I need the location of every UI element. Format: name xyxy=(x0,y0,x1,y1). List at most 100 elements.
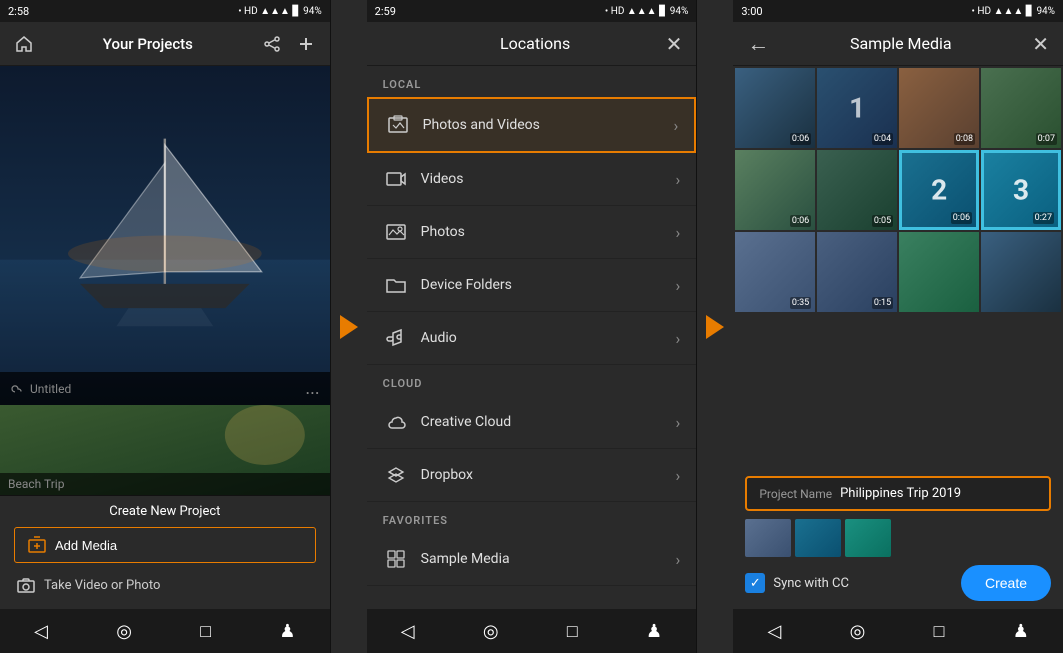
thumb-number-1: 1 xyxy=(849,91,865,124)
nav-bar-2: ◁ ◎ □ ♟ xyxy=(367,609,697,653)
sync-create-row: ✓ Sync with CC Create xyxy=(745,565,1051,601)
home-icon xyxy=(14,34,34,54)
home-nav-3[interactable]: ◎ xyxy=(850,621,866,642)
back-nav-2[interactable]: ◁ xyxy=(401,621,415,642)
media-thumb-12[interactable] xyxy=(981,232,1061,312)
media-thumb-2[interactable]: 1 0:04 xyxy=(817,68,897,148)
location-dropbox[interactable]: Dropbox › xyxy=(367,449,697,502)
audio-label: Audio xyxy=(421,330,676,346)
project-more-btn[interactable]: ... xyxy=(305,378,319,399)
take-video-label: Take Video or Photo xyxy=(44,578,160,593)
media-thumb-8-selected[interactable]: 3 0:27 xyxy=(981,150,1061,230)
media-thumb-10[interactable]: 0:15 xyxy=(817,232,897,312)
location-photos-videos[interactable]: Photos and Videos › xyxy=(367,97,697,153)
share-icon[interactable] xyxy=(262,34,282,54)
sample-media-icon xyxy=(383,546,409,572)
take-video-row[interactable]: Take Video or Photo xyxy=(14,569,316,601)
back-button[interactable]: ← xyxy=(747,31,769,57)
thumb-duration-5: 0:06 xyxy=(790,215,811,227)
photos-videos-icon xyxy=(385,112,411,138)
panel3-header: ← Sample Media ✕ xyxy=(733,22,1063,66)
back-nav-1[interactable]: ◁ xyxy=(34,621,48,642)
media-thumb-3[interactable]: 0:08 xyxy=(899,68,979,148)
panel2-header: Locations ✕ xyxy=(367,22,697,66)
location-sample-media[interactable]: Sample Media › xyxy=(367,533,697,586)
apps-nav-2[interactable]: ♟ xyxy=(646,621,662,642)
photos-chevron: › xyxy=(676,223,681,242)
sync-left: ✓ Sync with CC xyxy=(745,573,849,593)
panel-3: 3:00 • HD ▲▲▲ ▊ 94% ← Sample Media ✕ 0:0… xyxy=(733,0,1063,653)
location-photos[interactable]: Photos › xyxy=(367,206,697,259)
battery-1: 94% xyxy=(303,6,322,17)
thumb-number-2: 2 xyxy=(931,173,947,206)
add-media-button[interactable]: Add Media xyxy=(14,527,316,563)
location-audio[interactable]: Audio › xyxy=(367,312,697,365)
project-name-label: Project Name xyxy=(759,487,832,501)
camera-icon xyxy=(16,575,36,595)
recents-nav-2[interactable]: □ xyxy=(567,621,578,642)
back-nav-3[interactable]: ◁ xyxy=(767,621,781,642)
selected-thumb-3 xyxy=(845,519,891,557)
media-thumb-6[interactable]: 0:05 xyxy=(817,150,897,230)
media-thumb-11[interactable] xyxy=(899,232,979,312)
status-bar-2: 2:59 • HD ▲▲▲ ▊ 94% xyxy=(367,0,697,22)
panel1-footer: Create New Project Add Media Take Video … xyxy=(0,495,330,609)
location-creative-cloud[interactable]: Creative Cloud › xyxy=(367,396,697,449)
checkbox-check-icon: ✓ xyxy=(750,576,761,591)
panel3-title: Sample Media xyxy=(850,34,952,53)
device-folders-label: Device Folders xyxy=(421,277,676,293)
project-name-display: Untitled xyxy=(30,382,71,396)
audio-icon xyxy=(383,325,409,351)
media-thumb-9[interactable]: 0:35 xyxy=(735,232,815,312)
panel1-content: Untitled ... xyxy=(0,66,330,405)
dropbox-label: Dropbox xyxy=(421,467,676,483)
apps-nav-1[interactable]: ♟ xyxy=(279,621,295,642)
panel-1: 2:58 • HD ▲▲▲ ▊ 94% Your Projects xyxy=(0,0,331,653)
location-videos[interactable]: Videos › xyxy=(367,153,697,206)
selected-thumb-2 xyxy=(795,519,841,557)
project-overlay: Untitled ... xyxy=(0,372,330,405)
apps-nav-3[interactable]: ♟ xyxy=(1013,621,1029,642)
arrow-1 xyxy=(331,0,367,653)
creative-cloud-icon xyxy=(383,409,409,435)
status-bar-1: 2:58 • HD ▲▲▲ ▊ 94% xyxy=(0,0,330,22)
location-device-folders[interactable]: Device Folders › xyxy=(367,259,697,312)
thumb-duration-2: 0:04 xyxy=(872,133,893,145)
panel-2: 2:59 • HD ▲▲▲ ▊ 94% Locations ✕ LOCAL Ph… xyxy=(367,0,698,653)
media-thumb-1[interactable]: 0:06 xyxy=(735,68,815,148)
nav-bar-3: ◁ ◎ □ ♟ xyxy=(733,609,1063,653)
project-name-value[interactable]: Philippines Trip 2019 xyxy=(840,486,1037,501)
selected-thumbs-row xyxy=(745,519,1051,557)
add-media-icon xyxy=(27,535,47,555)
time-3: 3:00 xyxy=(741,5,762,18)
recents-nav-3[interactable]: □ xyxy=(934,621,945,642)
recents-nav-1[interactable]: □ xyxy=(200,621,211,642)
media-grid: 0:06 1 0:04 0:08 0:07 0:06 0:05 2 0:06 xyxy=(733,66,1063,314)
add-media-label: Add Media xyxy=(55,538,117,553)
media-thumb-4[interactable]: 0:07 xyxy=(981,68,1061,148)
local-section-label: LOCAL xyxy=(367,66,697,97)
right-arrow-2 xyxy=(706,315,724,339)
photos-label: Photos xyxy=(421,224,676,240)
add-icon[interactable] xyxy=(296,34,316,54)
media-thumb-5[interactable]: 0:06 xyxy=(735,150,815,230)
sailboat-illustration xyxy=(0,66,330,405)
dropbox-chevron: › xyxy=(676,466,681,485)
home-nav-2[interactable]: ◎ xyxy=(483,621,499,642)
status-bar-3: 3:00 • HD ▲▲▲ ▊ 94% xyxy=(733,0,1063,22)
thumb-duration-9: 0:35 xyxy=(790,297,811,309)
thumb-duration-10: 0:15 xyxy=(872,297,893,309)
sync-checkbox[interactable]: ✓ xyxy=(745,573,765,593)
sample-media-label: Sample Media xyxy=(421,551,676,567)
content-spacer xyxy=(733,314,1063,468)
close-button[interactable]: ✕ xyxy=(666,32,683,56)
right-arrow-1 xyxy=(340,315,358,339)
panel3-close-button[interactable]: ✕ xyxy=(1032,32,1049,56)
home-nav-1[interactable]: ◎ xyxy=(116,621,132,642)
arrow-2 xyxy=(697,0,733,653)
media-thumb-7-selected[interactable]: 2 0:06 xyxy=(899,150,979,230)
thumb-duration-8: 0:27 xyxy=(1033,212,1054,224)
create-button[interactable]: Create xyxy=(961,565,1051,601)
second-project-overlay: Beach Trip xyxy=(0,473,330,495)
cloud-section-label: CLOUD xyxy=(367,365,697,396)
